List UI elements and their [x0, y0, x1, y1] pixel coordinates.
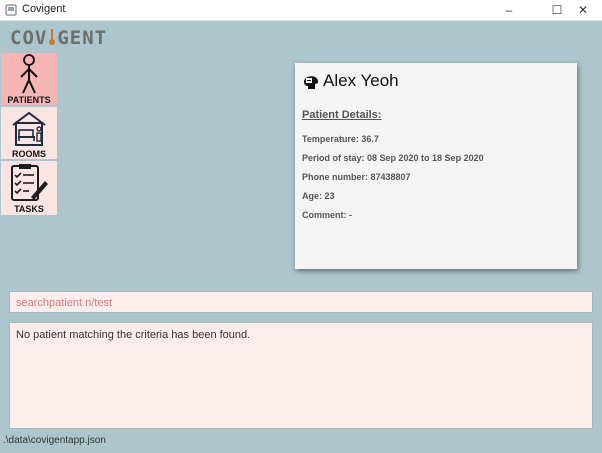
- close-icon: ✕: [577, 3, 589, 17]
- patient-details-card: Alex Yeoh Patient Details: Temperature: …: [295, 63, 577, 269]
- window-title: Covigent: [22, 3, 66, 15]
- stick-figure-icon: [1, 54, 57, 94]
- tab-tasks-label: TASKS: [14, 204, 44, 214]
- patient-details-heading: Patient Details:: [302, 109, 382, 121]
- checklist-icon: [1, 163, 57, 203]
- minimize-button[interactable]: –: [488, 0, 530, 20]
- patient-temperature: Temperature: 36.7: [302, 134, 379, 144]
- maximize-icon: ☐: [551, 3, 563, 17]
- covigent-logo: COV GENT: [10, 27, 107, 49]
- logo-text-right: GENT: [57, 27, 108, 49]
- tab-tasks[interactable]: TASKS: [1, 161, 57, 215]
- bedroom-icon: [1, 109, 57, 147]
- patient-name: Alex Yeoh: [323, 71, 399, 90]
- tab-patients[interactable]: PATIENTS: [1, 53, 57, 105]
- result-display[interactable]: No patient matching the criteria has bee…: [9, 322, 593, 429]
- patient-phone: Phone number: 87438807: [302, 172, 411, 182]
- minimize-icon: –: [505, 3, 513, 17]
- app-icon: [5, 4, 17, 16]
- patient-period-of-stay: Period of stay: 08 Sep 2020 to 18 Sep 20…: [302, 153, 484, 163]
- main-window: COV GENT PATIENTS ROOMS TASKS Alex Yeoh …: [0, 21, 602, 453]
- patient-comment: Comment: -: [302, 210, 352, 220]
- patient-head-icon: [304, 76, 318, 89]
- tab-patients-label: PATIENTS: [7, 95, 51, 105]
- command-input[interactable]: searchpatient n/test: [9, 291, 593, 313]
- close-button[interactable]: ✕: [562, 0, 602, 20]
- patient-age: Age: 23: [302, 191, 335, 201]
- status-bar-file-path: .\data\covigentapp.json: [3, 435, 106, 446]
- thermometer-icon: [48, 28, 56, 46]
- title-bar: Covigent – ☐ ✕: [0, 0, 602, 21]
- result-message: No patient matching the criteria has bee…: [16, 329, 251, 341]
- tab-rooms-label: ROOMS: [11, 149, 46, 159]
- logo-text-left: COV: [10, 27, 48, 49]
- tab-rooms[interactable]: ROOMS: [1, 107, 57, 159]
